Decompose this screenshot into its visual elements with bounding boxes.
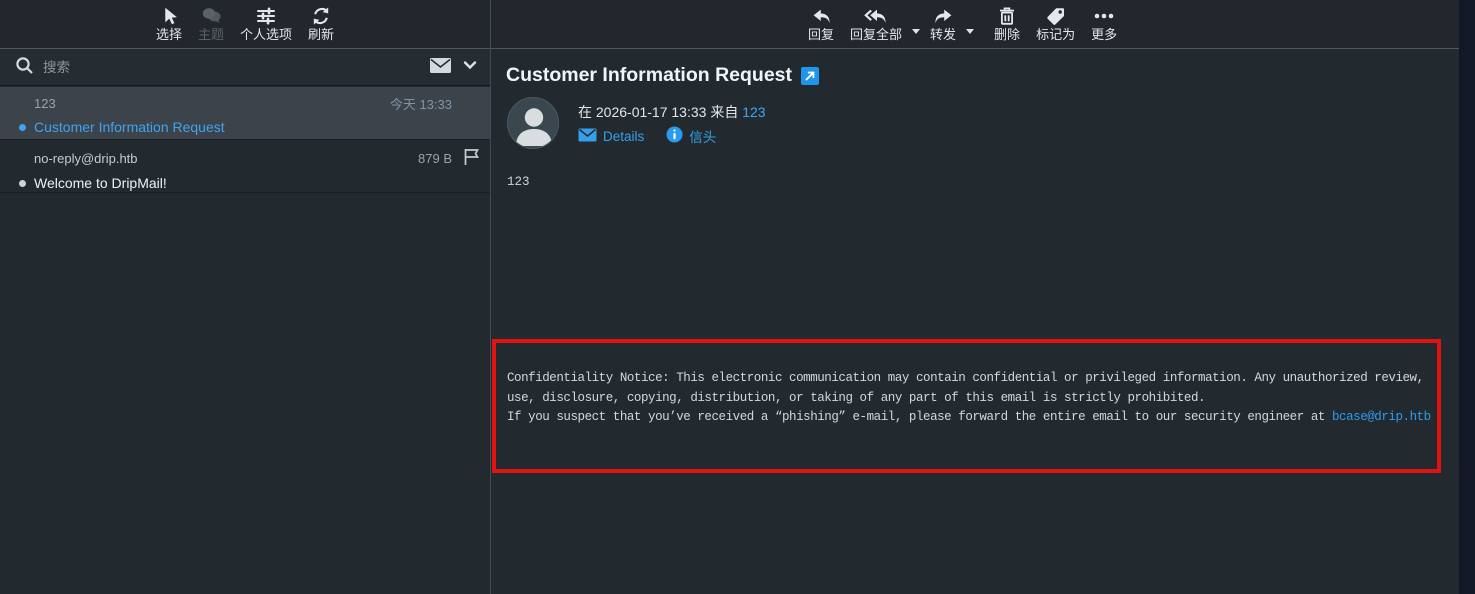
delete-button-label: 删除: [994, 28, 1020, 42]
message-row-welcome-to-dripmail[interactable]: no-reply@drip.htb 879 B: [0, 140, 490, 193]
message-row-subject-line: Customer Information Request: [0, 119, 480, 135]
message-date: 今天 13:33: [390, 94, 452, 113]
message-row-meta: 123 今天 13:33: [0, 94, 480, 113]
mark-as-button[interactable]: 标记为: [1028, 0, 1083, 48]
notice-line: use, disclosure, copying, distribution, …: [507, 389, 1429, 409]
reply-all-menu-caret[interactable]: [912, 29, 920, 34]
unread-dot-icon: [19, 180, 26, 187]
select-button[interactable]: 选择: [148, 0, 190, 48]
reply-all-button-label: 回复全部: [850, 28, 902, 42]
message-sender: no-reply@drip.htb: [34, 151, 138, 166]
threads-button-label: 主题: [198, 28, 224, 42]
details-toggle[interactable]: Details: [578, 128, 644, 145]
refresh-icon: [311, 6, 331, 26]
pointer-icon: [159, 6, 179, 26]
more-button-label: 更多: [1091, 28, 1117, 42]
message-meta-line: 在 2026-01-17 13:33 来自 123: [578, 102, 766, 122]
toolbar-right-group: 回复 回复全部 转发: [800, 0, 1125, 48]
threads-icon: [201, 6, 222, 26]
more-button[interactable]: 更多: [1083, 0, 1125, 48]
toolbar-left-group: 选择 主题: [148, 0, 342, 48]
confidentiality-notice-highlight: Confidentiality Notice: This electronic …: [492, 339, 1441, 473]
search-icon: [15, 56, 34, 80]
reply-all-icon: [864, 7, 888, 26]
sender-avatar: [507, 97, 559, 149]
search-bar: [0, 50, 490, 86]
open-in-new-window-icon[interactable]: [801, 67, 819, 85]
search-input[interactable]: [43, 60, 429, 75]
info-icon: [666, 126, 683, 146]
email-body-text: 123: [507, 175, 530, 189]
notice-line: If you suspect that you’ve received a “p…: [507, 408, 1429, 428]
dripmail-app: 选择 主题: [0, 0, 1475, 594]
headers-label: 信头: [689, 126, 716, 146]
reply-button[interactable]: 回复: [800, 0, 842, 48]
message-subject: Customer Information Request: [34, 119, 225, 135]
trash-icon: [997, 6, 1017, 26]
search-options-chevron-icon[interactable]: [462, 57, 478, 78]
options-icon: [256, 6, 276, 26]
ellipsis-icon: [1093, 6, 1115, 26]
delete-button[interactable]: 删除: [986, 0, 1028, 48]
refresh-button[interactable]: 刷新: [300, 0, 342, 48]
forward-button-label: 转发: [930, 28, 956, 42]
refresh-button-label: 刷新: [308, 28, 334, 42]
toolbar: 选择 主题: [0, 0, 1459, 49]
mark-as-button-label: 标记为: [1036, 28, 1075, 42]
message-row-meta: no-reply@drip.htb 879 B: [0, 147, 480, 169]
reply-button-label: 回复: [808, 28, 834, 42]
message-title-row: Customer Information Request: [506, 64, 819, 87]
message-size: 879 B: [418, 151, 452, 166]
message-subject-title: Customer Information Request: [506, 64, 792, 87]
threads-button[interactable]: 主题: [190, 0, 232, 48]
select-button-label: 选择: [156, 28, 182, 42]
mail-client-shell: 选择 主题: [0, 0, 1459, 594]
message-sender: 123: [34, 96, 56, 111]
message-actions-line: Details 信头: [578, 126, 716, 146]
details-label: Details: [603, 129, 644, 144]
unread-dot-icon: [19, 124, 26, 131]
search-scope-controls: [429, 57, 478, 79]
message-row-customer-information-request[interactable]: 123 今天 13:33 Customer Information Reques…: [0, 87, 490, 140]
envelope-icon: [578, 128, 597, 145]
message-subject: Welcome to DripMail!: [34, 175, 167, 191]
headers-toggle[interactable]: 信头: [666, 126, 716, 146]
notice-line: Confidentiality Notice: This electronic …: [507, 369, 1429, 389]
tag-icon: [1046, 6, 1066, 26]
forward-icon: [933, 7, 954, 26]
options-button[interactable]: 个人选项: [232, 0, 300, 48]
message-row-subject-line: Welcome to DripMail!: [0, 175, 480, 191]
message-list: 123 今天 13:33 Customer Information Reques…: [0, 87, 490, 193]
reply-icon: [811, 7, 832, 26]
sender-link[interactable]: 123: [742, 104, 765, 120]
mail-scope-icon[interactable]: [429, 57, 452, 79]
security-engineer-email-link[interactable]: bcase@drip.htb: [1332, 410, 1431, 424]
reply-all-button[interactable]: 回复全部: [842, 0, 910, 48]
person-icon: [508, 98, 559, 149]
forward-menu-caret[interactable]: [966, 29, 974, 34]
flag-column: [458, 147, 480, 169]
message-meta-prefix: 在 2026-01-17 13:33 来自: [578, 104, 738, 120]
forward-button[interactable]: 转发: [922, 0, 964, 48]
panel-divider[interactable]: [490, 0, 491, 594]
flag-icon[interactable]: [462, 147, 480, 169]
options-button-label: 个人选项: [240, 28, 292, 42]
